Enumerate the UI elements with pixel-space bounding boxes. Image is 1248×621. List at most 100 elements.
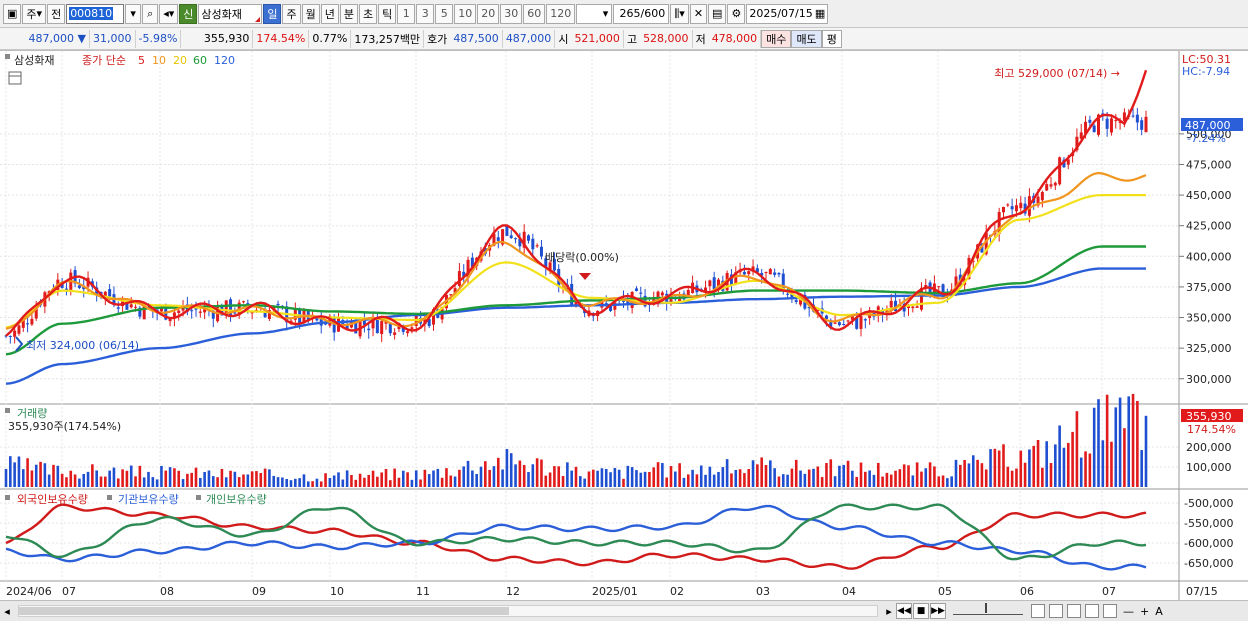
volume-bar — [203, 472, 206, 487]
compare-icon[interactable] — [1049, 604, 1063, 618]
interval-3-button[interactable]: 3 — [416, 3, 435, 24]
shin-button[interactable]: 신 — [179, 3, 198, 24]
crosshair-icon[interactable]: ✕ — [689, 3, 708, 24]
interval-60-button[interactable]: 60 — [523, 3, 546, 24]
count-input[interactable]: 265/600 — [613, 3, 670, 24]
last-page-icon[interactable]: ▶▶ — [930, 603, 946, 619]
volume-bar — [142, 477, 146, 487]
save-icon[interactable]: ▤ — [708, 3, 727, 24]
pattern-icon[interactable] — [1067, 604, 1081, 618]
zoom-out-icon[interactable]: — — [1123, 605, 1134, 618]
volume-bar — [9, 456, 12, 487]
interval-30-button[interactable]: 30 — [500, 3, 523, 24]
zoom-slider[interactable] — [953, 603, 1023, 615]
volume-bar — [544, 475, 548, 487]
volume-bar — [1140, 450, 1143, 487]
volume-bar — [380, 472, 383, 487]
zoom-in-icon[interactable]: + — [1140, 605, 1149, 618]
interval-10-button[interactable]: 10 — [454, 3, 477, 24]
search-icon[interactable]: ⌕ — [142, 3, 159, 24]
date-input[interactable]: 2025/07/15 ▦ — [746, 3, 829, 24]
volume-bar — [743, 473, 746, 487]
period-year-button[interactable]: 년 — [320, 3, 339, 24]
period-second-button[interactable]: 초 — [358, 3, 378, 24]
volume-bar — [1110, 441, 1113, 487]
sell-button[interactable]: 매도 — [791, 29, 822, 48]
code-dropdown-button[interactable]: ▾ — [125, 3, 142, 24]
volume-bar — [1054, 444, 1057, 487]
chart-canvas[interactable]: 500,000475,000450,000425,000400,000375,0… — [0, 51, 1248, 601]
candle-body — [1092, 125, 1096, 133]
window-icon[interactable]: ▣ — [3, 3, 22, 24]
speaker-icon[interactable]: ◂▾ — [159, 3, 179, 24]
foreign-holdings-label[interactable]: 외국인보유수량 — [17, 493, 88, 506]
pane-marker-icon — [196, 495, 201, 500]
chevron-down-icon: ▾ — [36, 7, 43, 20]
tool-icon[interactable] — [1085, 604, 1099, 618]
period-day-button[interactable]: 일 — [263, 3, 282, 24]
scroll-thumb[interactable] — [19, 607, 509, 615]
period-month-button[interactable]: 월 — [301, 3, 320, 24]
eval-button[interactable]: 평 — [821, 29, 842, 48]
volume-bar — [389, 480, 392, 487]
candle-type-icon[interactable]: ⫼▾ — [670, 3, 689, 24]
individual-holdings-label[interactable]: 개인보유수량 — [206, 493, 267, 506]
calendar-icon[interactable]: ▦ — [815, 7, 825, 20]
font-size-icon[interactable]: A — [1155, 605, 1163, 618]
interval-5-button[interactable]: 5 — [435, 3, 454, 24]
institution-holdings-label[interactable]: 기관보유수량 — [118, 493, 179, 506]
ma5-label: 5 — [138, 54, 145, 67]
buy-button[interactable]: 매수 — [761, 29, 792, 48]
scroll-left-icon[interactable]: ◂ — [0, 603, 14, 619]
candle-body — [747, 271, 751, 275]
layout-icon[interactable] — [1031, 604, 1045, 618]
volume-bar — [509, 453, 513, 487]
gear-icon[interactable]: ⚙ — [727, 3, 746, 24]
volume-pane-title[interactable]: 거래량 — [17, 407, 47, 420]
high-price: 528,000 — [640, 29, 693, 48]
volume-bar — [34, 464, 38, 487]
bottom-bar: ◂ ▸ ◀◀ ■ ▶▶ — + A — [0, 600, 1248, 621]
chart-area[interactable]: 500,000 475,000 450,000 425,000 400,000 375,0… — [0, 50, 1248, 601]
candle-body — [1006, 204, 1010, 206]
price-pane-title[interactable]: 삼성화재 — [14, 54, 54, 67]
candle-body — [13, 330, 17, 337]
volume-bar — [976, 459, 979, 487]
stock-code-input[interactable]: 000810 — [66, 3, 125, 24]
volume-bar — [959, 464, 962, 487]
volume-bar — [920, 471, 923, 487]
volume-bar — [924, 468, 928, 487]
prev-button[interactable]: 전 — [47, 3, 66, 24]
first-page-icon[interactable]: ◀◀ — [896, 603, 912, 619]
stock-name-field[interactable]: 삼성화재 — [198, 3, 263, 24]
x-tick-label: 03 — [756, 585, 770, 598]
volume-bar — [579, 476, 582, 487]
candle-body — [1144, 116, 1148, 133]
volume-bar — [492, 466, 496, 487]
volume-bar — [803, 473, 807, 487]
volume-bar — [907, 465, 910, 487]
period-tick-button[interactable]: 틱 — [378, 3, 397, 24]
volume-bar — [591, 469, 595, 487]
volume-bar — [630, 467, 634, 487]
volume-bar — [112, 467, 116, 487]
print-icon[interactable] — [1103, 604, 1117, 618]
x-tick-label: 05 — [938, 585, 952, 598]
period-select[interactable]: 주 ▾ — [22, 3, 47, 24]
period-minute-button[interactable]: 분 — [339, 3, 358, 24]
volume-bar — [363, 477, 366, 487]
interval-1-button[interactable]: 1 — [397, 3, 416, 24]
interval-120-button[interactable]: 120 — [546, 3, 576, 24]
pane-marker-icon — [5, 54, 10, 59]
period-week-button[interactable]: 주 — [282, 3, 301, 24]
interval-20-button[interactable]: 20 — [477, 3, 500, 24]
interval-dropdown[interactable]: ▾ — [576, 3, 613, 24]
horizontal-scrollbar[interactable] — [18, 605, 878, 617]
table-icon[interactable] — [8, 71, 22, 85]
stop-icon[interactable]: ■ — [913, 603, 929, 619]
volume-bar — [885, 472, 889, 487]
scroll-right-icon[interactable]: ▸ — [882, 603, 896, 619]
volume-bar — [39, 461, 42, 487]
volume-bar — [911, 475, 915, 487]
volume-bar — [596, 470, 599, 487]
